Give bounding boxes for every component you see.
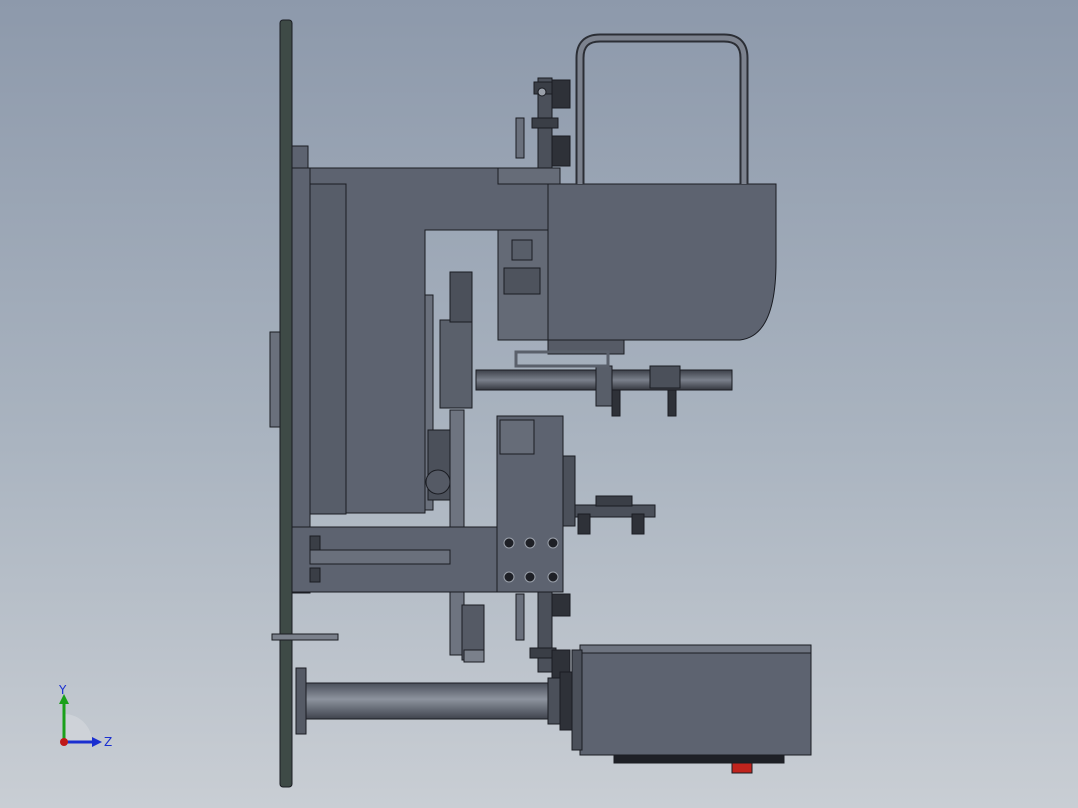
carry-handle (575, 33, 749, 184)
bottom-tab (271, 633, 339, 641)
cad-model-side-view[interactable] (0, 0, 1078, 808)
red-indicator (731, 762, 753, 774)
cad-viewport[interactable]: Y Z (0, 0, 1078, 808)
lower-valve-stem (537, 591, 553, 673)
cover-housing (547, 183, 777, 341)
plate-spacer-top (291, 145, 309, 169)
frame-top-block (497, 167, 561, 185)
coordinate-triad: Y Z (58, 684, 112, 749)
bottom-tube (295, 667, 307, 735)
side-bracket (269, 331, 281, 428)
frame-column (309, 183, 347, 515)
origin-dot (60, 738, 68, 746)
y-axis-label: Y (58, 684, 67, 697)
mounting-plate (279, 19, 293, 788)
gearbox-housing (579, 644, 812, 756)
z-axis-label: Z (104, 735, 112, 749)
